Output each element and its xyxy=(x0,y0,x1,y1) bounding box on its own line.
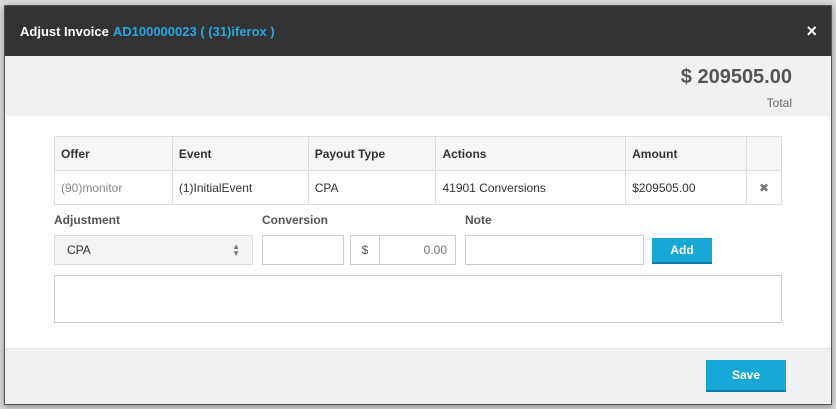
conversion-label: Conversion xyxy=(262,213,329,227)
column-header-event: Event xyxy=(171,136,309,171)
note-input[interactable] xyxy=(465,235,644,265)
table-row: (90)monitor (1)InitialEvent CPA 41901 Co… xyxy=(54,170,783,205)
total-amount: $ 209505.00 xyxy=(680,66,792,88)
column-header-amount: Amount xyxy=(625,136,747,171)
adjust-invoice-modal: Adjust Invoice AD100000023 ( (31)iferox … xyxy=(4,5,832,405)
modal-body: Offer Event Payout Type Actions Amount (… xyxy=(5,116,831,349)
total-label: Total xyxy=(766,96,792,110)
modal-title: Adjust Invoice xyxy=(20,23,109,39)
cell-amount: $209505.00 xyxy=(625,170,747,205)
conversion-input[interactable] xyxy=(262,235,344,265)
modal-footer: Save xyxy=(5,348,831,404)
cell-event: (1)InitialEvent xyxy=(171,170,309,205)
save-button[interactable]: Save xyxy=(706,360,786,392)
adjustment-label: Adjustment xyxy=(54,213,120,227)
column-header-actions: Actions xyxy=(435,136,627,171)
amount-input[interactable] xyxy=(379,235,456,265)
adjustments-list-area xyxy=(54,275,782,323)
total-summary: $ 209505.00 Total xyxy=(5,56,831,116)
column-header-remove xyxy=(745,136,783,171)
adjustment-select-value: CPA xyxy=(67,243,91,257)
currency-addon: $ xyxy=(350,235,380,265)
remove-row-icon[interactable]: ✖ xyxy=(745,170,783,205)
offers-table: Offer Event Payout Type Actions Amount (… xyxy=(54,136,783,205)
cell-offer: (90)monitor xyxy=(54,170,173,205)
table-header-row: Offer Event Payout Type Actions Amount xyxy=(54,136,783,171)
invoice-link[interactable]: AD100000023 ( (31)iferox ) xyxy=(113,24,275,39)
add-button[interactable]: Add xyxy=(652,238,712,264)
column-header-payout-type: Payout Type xyxy=(307,136,437,171)
close-icon[interactable]: × xyxy=(806,22,817,40)
adjustment-select[interactable]: CPA ▲ ▼ xyxy=(54,235,253,265)
modal-header: Adjust Invoice AD100000023 ( (31)iferox … xyxy=(5,6,831,56)
note-label: Note xyxy=(465,213,492,227)
select-arrows-icon: ▲ ▼ xyxy=(232,242,240,258)
column-header-offer: Offer xyxy=(54,136,173,171)
cell-actions: 41901 Conversions xyxy=(435,170,627,205)
cell-payout-type: CPA xyxy=(307,170,437,205)
